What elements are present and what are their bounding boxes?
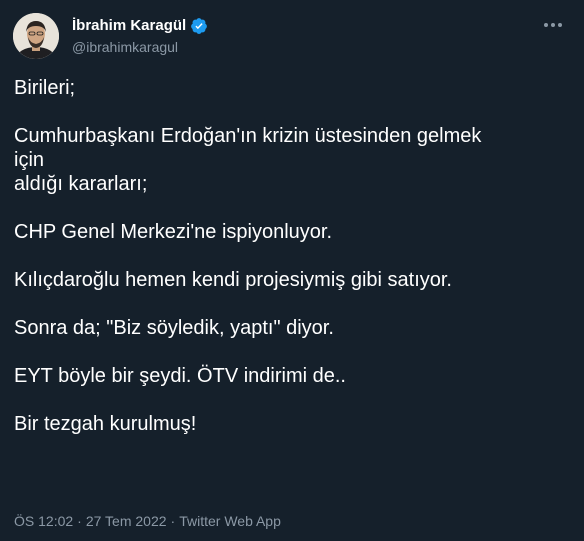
meta-separator: · [77, 513, 82, 529]
tweet-text: Birileri; Cumhurbaşkanı Erdoğan'ın krizi… [14, 77, 482, 435]
author-name-row: İbrahim Karagül [72, 16, 208, 36]
more-dot [558, 23, 562, 27]
author-display-name[interactable]: İbrahim Karagül [72, 16, 186, 36]
more-dot [551, 23, 555, 27]
tweet-source[interactable]: Twitter Web App [179, 513, 281, 529]
author-info: İbrahim Karagül @ibrahimkaragul [72, 16, 208, 57]
more-options-icon[interactable] [540, 15, 566, 35]
profile-photo [13, 13, 59, 59]
author-handle[interactable]: @ibrahimkaragul [72, 37, 208, 57]
tweet-card: İbrahim Karagül @ibrahimkaragul Birileri… [0, 0, 584, 541]
more-dot [544, 23, 548, 27]
tweet-meta: ÖS 12:02 · 27 Tem 2022 · Twitter Web App [14, 512, 281, 530]
tweet-date[interactable]: 27 Tem 2022 [86, 513, 167, 529]
meta-separator: · [170, 513, 176, 529]
verified-badge-icon [190, 17, 208, 35]
tweet-time[interactable]: ÖS 12:02 [14, 513, 73, 529]
author-avatar[interactable] [13, 13, 59, 59]
